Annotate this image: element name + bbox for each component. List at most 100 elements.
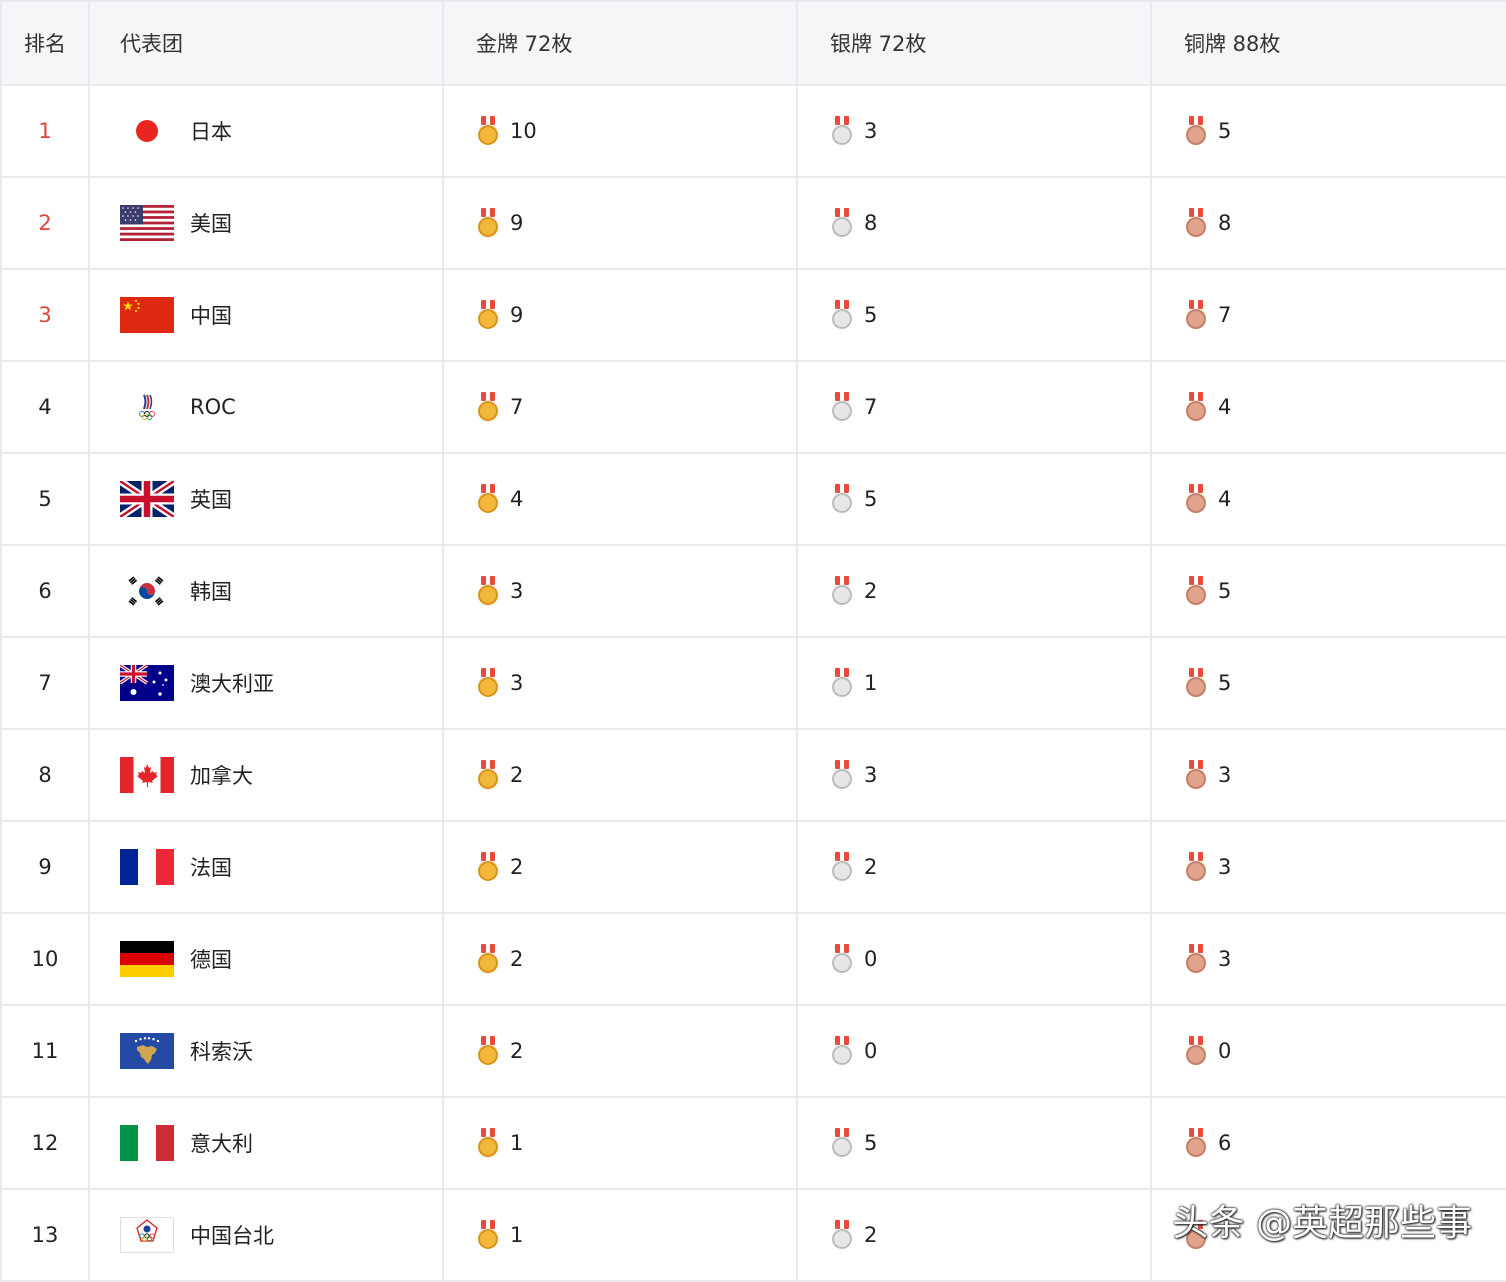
silver-count: 3	[864, 763, 878, 787]
team-name: 英国	[190, 488, 232, 512]
gold-cell: 2	[444, 914, 798, 1006]
team-cell: 英国	[90, 454, 444, 546]
rank-cell: 5	[2, 454, 90, 546]
silver-medal-icon	[832, 1036, 852, 1065]
bronze-medal-icon	[1186, 668, 1206, 697]
silver-count: 2	[864, 579, 878, 603]
team-name: 中国台北	[190, 1224, 274, 1248]
silver-cell: 3	[798, 86, 1152, 178]
team-name: 加拿大	[190, 764, 253, 788]
silver-cell: 2	[798, 546, 1152, 638]
team-name: 德国	[190, 948, 232, 972]
bronze-cell: 6	[1152, 1098, 1506, 1190]
bronze-cell: 3	[1152, 914, 1506, 1006]
bronze-count: 5	[1218, 579, 1232, 603]
silver-medal-icon	[832, 852, 852, 881]
silver-cell: 5	[798, 270, 1152, 362]
bronze-cell: 5	[1152, 86, 1506, 178]
gold-count: 3	[510, 671, 524, 695]
team-name: 韩国	[190, 580, 232, 604]
team-cell: 美国	[90, 178, 444, 270]
gold-medal-icon	[478, 668, 498, 697]
rank-cell: 10	[2, 914, 90, 1006]
silver-medal-icon	[832, 668, 852, 697]
silver-count: 2	[864, 855, 878, 879]
bronze-count: 0	[1218, 1039, 1232, 1063]
bronze-count: 5	[1218, 119, 1232, 143]
gold-count: 7	[510, 395, 524, 419]
kosovo-flag-icon	[120, 1033, 174, 1069]
gold-count: 1	[510, 1131, 524, 1155]
gold-medal-icon	[478, 1128, 498, 1157]
bronze-cell: 3	[1152, 822, 1506, 914]
bronze-cell: 0	[1152, 1006, 1506, 1098]
korea-flag-icon	[120, 573, 174, 609]
canada-flag-icon	[120, 757, 174, 793]
gold-medal-icon	[478, 1220, 498, 1249]
silver-medal-icon	[832, 208, 852, 237]
gold-cell: 2	[444, 822, 798, 914]
rank-cell: 11	[2, 1006, 90, 1098]
team-cell: 意大利	[90, 1098, 444, 1190]
japan-flag-icon	[120, 113, 174, 149]
usa-flag-icon	[120, 205, 174, 241]
bronze-medal-icon	[1186, 300, 1206, 329]
gold-medal-icon	[478, 484, 498, 513]
silver-cell: 7	[798, 362, 1152, 454]
silver-count: 1	[864, 671, 878, 695]
bronze-medal-icon	[1186, 484, 1206, 513]
bronze-count: 4	[1218, 395, 1232, 419]
gold-cell: 3	[444, 546, 798, 638]
rank-cell: 1	[2, 86, 90, 178]
team-name: 美国	[190, 212, 232, 236]
bronze-cell: 8	[1152, 178, 1506, 270]
bronze-medal-icon	[1186, 1128, 1206, 1157]
team-name: 中国	[190, 304, 232, 328]
team-name: 科索沃	[190, 1040, 253, 1064]
silver-medal-icon	[832, 484, 852, 513]
team-cell: 中国	[90, 270, 444, 362]
bronze-cell: 4	[1152, 454, 1506, 546]
team-name: 意大利	[190, 1132, 253, 1156]
silver-medal-icon	[832, 1128, 852, 1157]
team-cell: 日本	[90, 86, 444, 178]
silver-count: 5	[864, 303, 878, 327]
silver-count: 7	[864, 395, 878, 419]
rank-cell: 6	[2, 546, 90, 638]
silver-count: 5	[864, 487, 878, 511]
silver-medal-icon	[832, 392, 852, 421]
silver-count: 2	[864, 1223, 878, 1247]
silver-medal-icon	[832, 760, 852, 789]
rank-cell: 2	[2, 178, 90, 270]
silver-cell: 0	[798, 1006, 1152, 1098]
gold-count: 9	[510, 303, 524, 327]
gold-count: 2	[510, 763, 524, 787]
gold-cell: 3	[444, 638, 798, 730]
rank-cell: 8	[2, 730, 90, 822]
gold-count: 1	[510, 1223, 524, 1247]
bronze-count: 8	[1218, 211, 1232, 235]
silver-cell: 2	[798, 822, 1152, 914]
rank-cell: 13	[2, 1190, 90, 1282]
team-cell: ROC	[90, 362, 444, 454]
silver-medal-icon	[832, 1220, 852, 1249]
france-flag-icon	[120, 849, 174, 885]
gold-count: 3	[510, 579, 524, 603]
gold-medal-icon	[478, 300, 498, 329]
gold-count: 10	[510, 119, 537, 143]
gold-cell: 7	[444, 362, 798, 454]
gold-count: 2	[510, 855, 524, 879]
silver-cell: 2	[798, 1190, 1152, 1282]
team-cell: 德国	[90, 914, 444, 1006]
silver-cell: 8	[798, 178, 1152, 270]
team-name: ROC	[190, 395, 236, 419]
bronze-medal-icon	[1186, 760, 1206, 789]
silver-medal-icon	[832, 944, 852, 973]
team-name: 日本	[190, 120, 232, 144]
bronze-cell: 5	[1152, 638, 1506, 730]
gold-count: 4	[510, 487, 524, 511]
team-cell: 澳大利亚	[90, 638, 444, 730]
bronze-cell: 3	[1152, 730, 1506, 822]
rank-cell: 12	[2, 1098, 90, 1190]
chinese-taipei-emblem-icon	[120, 1217, 174, 1253]
